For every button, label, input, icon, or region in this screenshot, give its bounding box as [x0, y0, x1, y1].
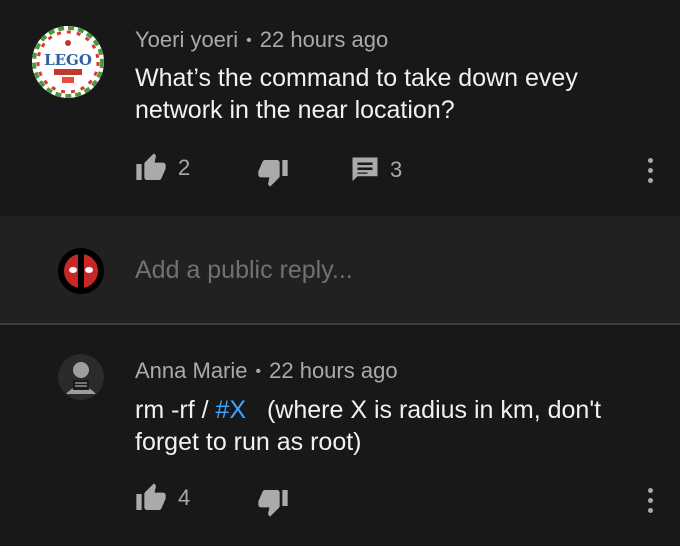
- like-count: 2: [178, 155, 191, 180]
- hashtag-link[interactable]: #X: [216, 396, 247, 424]
- comment-meta: Anna Marie • 22 hours ago: [135, 358, 398, 384]
- more-options-button[interactable]: [645, 488, 655, 518]
- comment-text: rm -rf / #X (where X is radius in km, do…: [135, 394, 655, 458]
- author-name[interactable]: Yoeri yoeri: [135, 27, 238, 52]
- like-button[interactable]: 4: [134, 482, 190, 514]
- dislike-button[interactable]: [256, 156, 290, 188]
- like-count: 4: [178, 485, 191, 510]
- more-dot: [647, 158, 653, 163]
- comment-meta: Yoeri yoeri • 22 hours ago: [135, 27, 388, 53]
- author-name[interactable]: Anna Marie: [135, 358, 248, 383]
- comment-icon: [352, 157, 378, 182]
- more-options-button[interactable]: [645, 158, 655, 188]
- deadpool-logo-icon: [58, 248, 104, 294]
- avatar[interactable]: LEGO: [32, 26, 104, 98]
- comment-text-start: rm -rf /: [135, 396, 216, 424]
- more-dot: [647, 178, 653, 183]
- timestamp[interactable]: 22 hours ago: [260, 27, 388, 52]
- dislike-button[interactable]: [256, 486, 290, 518]
- thumb-down-icon: [258, 490, 288, 517]
- timestamp[interactable]: 22 hours ago: [269, 358, 397, 383]
- avatar[interactable]: [58, 354, 104, 400]
- profile-picture-icon: [58, 354, 104, 400]
- current-user-avatar: [58, 248, 104, 294]
- svg-text:LEGO: LEGO: [44, 51, 92, 69]
- reply-count: 3: [390, 157, 403, 182]
- more-dot: [647, 488, 653, 493]
- thumb-up-icon: [136, 153, 166, 180]
- separator-dot: •: [246, 32, 252, 49]
- lego-raspberry-logo-icon: LEGO: [32, 26, 104, 98]
- comment-text: What’s the command to take down evey net…: [135, 64, 578, 124]
- separator-dot: •: [255, 363, 262, 380]
- thumb-down-icon: [258, 160, 288, 187]
- more-dot: [647, 508, 653, 513]
- reply-input[interactable]: Add a public reply...: [135, 256, 353, 285]
- like-button[interactable]: 2: [134, 152, 190, 184]
- more-dot: [647, 498, 653, 503]
- reply-button[interactable]: 3: [350, 155, 402, 185]
- thumb-up-icon: [136, 483, 166, 510]
- more-dot: [647, 168, 653, 173]
